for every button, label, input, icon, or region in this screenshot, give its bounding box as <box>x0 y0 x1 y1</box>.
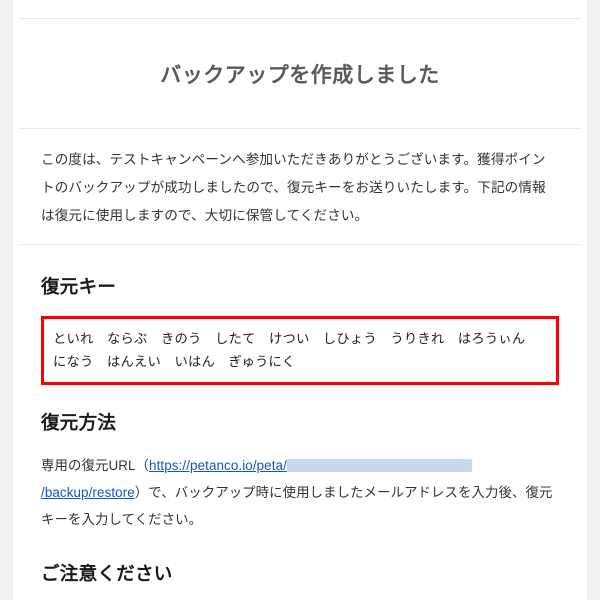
intro-paragraph: この度は、テストキャンペーンへ参加いただきありがとうございます。獲得ポイントのバ… <box>41 152 546 223</box>
recovery-key-section: 復元キー といれ ならぶ きのう したて けつい しひょう うりきれ はろうぃん… <box>13 245 587 600</box>
page-title: バックアップを作成しました <box>160 63 440 87</box>
recovery-key-heading: 復元キー <box>41 275 117 297</box>
title-container: バックアップを作成しました <box>13 19 587 128</box>
recovery-key-box[interactable]: といれ ならぶ きのう したて けつい しひょう うりきれ はろうぃん になう … <box>41 315 559 386</box>
recovery-key-value: といれ ならぶ きのう したて けつい しひょう うりきれ はろうぃん になう … <box>53 330 539 369</box>
restore-text-before-link: 専用の復元URL（ <box>41 458 150 474</box>
restore-url-prefix: https://petanco.io/peta/ <box>149 458 287 474</box>
restore-url-suffix: /backup/restore <box>41 484 135 500</box>
notice-paragraph: 復元キーはバックアップを行うたびに変更されます。古いキーで新しいバックアップデー… <box>41 586 559 600</box>
redacted-url-token <box>286 459 472 473</box>
notice-heading: ご注意ください <box>41 562 173 584</box>
email-page: バックアップを作成しました この度は、テストキャンペーンへ参加いただきありがとう… <box>0 0 600 600</box>
email-sheet: バックアップを作成しました この度は、テストキャンペーンへ参加いただきありがとう… <box>13 0 587 600</box>
intro-container: この度は、テストキャンペーンへ参加いただきありがとうございます。獲得ポイントのバ… <box>13 129 587 244</box>
title-block: バックアップを作成しました <box>41 19 559 128</box>
restore-method-paragraph: 専用の復元URL（https://petanco.io/peta/ /backup… <box>41 435 559 533</box>
restore-method-heading: 復元方法 <box>41 412 117 434</box>
